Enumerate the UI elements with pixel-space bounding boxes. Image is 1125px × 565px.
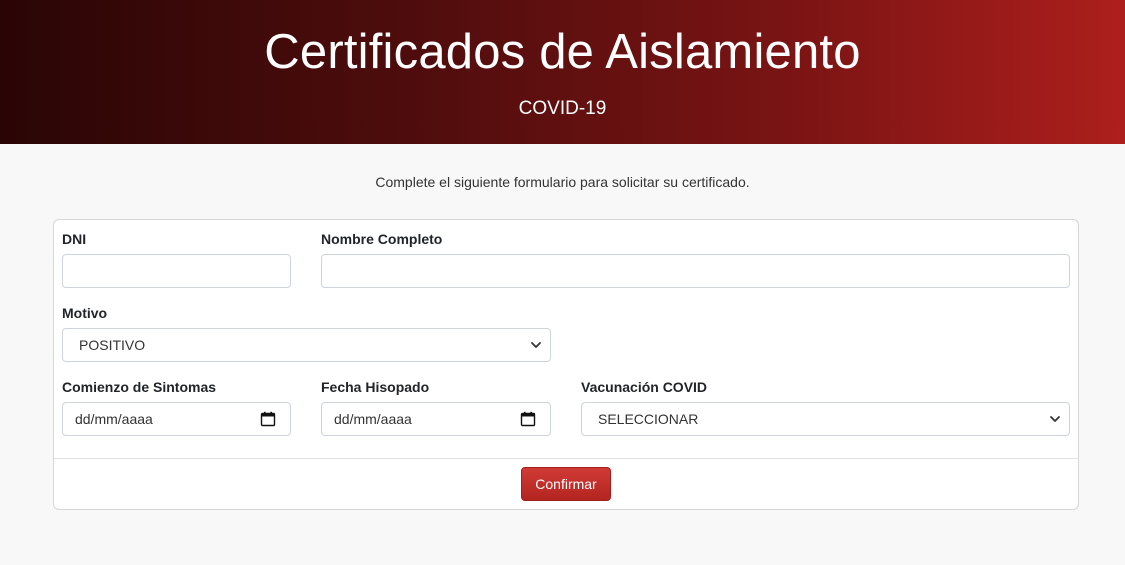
calendar-icon[interactable]	[520, 411, 536, 427]
page-header: Certificados de Aislamiento COVID-19	[0, 0, 1125, 144]
motivo-label: Motivo	[62, 305, 108, 321]
intro-text: Complete el siguiente formulario para so…	[375, 174, 750, 190]
comienzo-placeholder: dd/mm/aaaa	[75, 411, 153, 427]
vacunacion-select[interactable]: SELECCIONAR	[581, 402, 1070, 436]
page-subtitle: COVID-19	[518, 98, 607, 119]
comienzo-label: Comienzo de Sintomas	[62, 379, 217, 395]
vacunacion-selected-value: SELECCIONAR	[598, 411, 699, 427]
motivo-selected-value: POSITIVO	[79, 337, 146, 353]
certificate-form: DNI Nombre Completo Motivo POSITIVO Comi…	[53, 219, 1079, 510]
motivo-select[interactable]: POSITIVO	[62, 328, 551, 362]
confirm-button[interactable]: Confirmar	[521, 467, 611, 501]
nombre-label: Nombre Completo	[321, 231, 443, 247]
dni-label: DNI	[62, 231, 87, 247]
hisopado-date-input[interactable]: dd/mm/aaaa	[321, 402, 551, 436]
comienzo-date-input[interactable]: dd/mm/aaaa	[62, 402, 291, 436]
nombre-input[interactable]	[321, 254, 1070, 288]
chevron-down-icon	[1050, 416, 1060, 422]
chevron-down-icon	[531, 342, 541, 348]
hisopado-label: Fecha Hisopado	[321, 379, 430, 395]
vacunacion-label: Vacunación COVID	[581, 379, 708, 395]
calendar-icon[interactable]	[260, 411, 276, 427]
hisopado-placeholder: dd/mm/aaaa	[334, 411, 412, 427]
dni-input[interactable]	[62, 254, 291, 288]
form-footer-divider	[54, 458, 1078, 459]
page-title: Certificados de Aislamiento	[264, 25, 861, 79]
